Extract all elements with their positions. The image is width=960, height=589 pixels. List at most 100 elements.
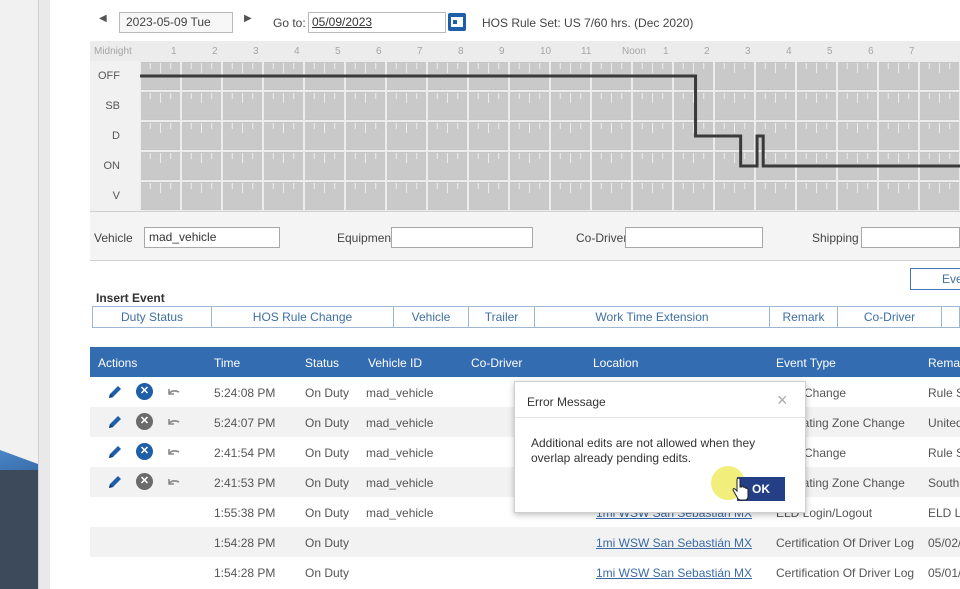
- hour-label: 1: [171, 46, 177, 57]
- duty-row-label: D: [90, 121, 140, 151]
- current-date-display: 2023-05-09 Tue: [119, 12, 233, 33]
- cell-status: On Duty: [305, 536, 350, 550]
- hour-label: 4: [294, 46, 300, 57]
- dialog-header: Error Message ×: [515, 382, 805, 418]
- edit-icon[interactable]: [106, 413, 124, 431]
- equipment-label: Equipment: [337, 231, 395, 245]
- col-remark[interactable]: Rema: [928, 356, 960, 370]
- cell-time: 5:24:07 PM: [214, 416, 276, 430]
- events-button[interactable]: Eve: [910, 268, 960, 290]
- duty-row-label: SB: [90, 91, 140, 121]
- cell-location-link[interactable]: 1mi WSW San Sebastián MX: [596, 536, 752, 550]
- col-event-type[interactable]: Event Type: [776, 356, 836, 370]
- hour-label: 6: [376, 46, 382, 57]
- cell-vehicle-id: mad_vehicle: [366, 386, 434, 400]
- hour-label: 9: [499, 46, 505, 57]
- delete-icon[interactable]: ✕: [136, 413, 153, 430]
- col-time[interactable]: Time: [214, 356, 240, 370]
- delete-icon[interactable]: ✕: [136, 443, 153, 460]
- codriver-label: Co-Driver: [576, 231, 628, 245]
- insert-event-tabs: Duty Status HOS Rule Change Vehicle Trai…: [92, 306, 960, 328]
- cell-remark: 05/02/: [928, 536, 960, 550]
- duty-row-label: ON: [90, 151, 140, 181]
- hour-labels-row: Midnight 1 2 3 4 5 6 7 8 9 10 11 Noon 1 2 3 4 5 6 7: [90, 41, 960, 61]
- cell-time: 5:24:08 PM: [214, 386, 276, 400]
- duty-grid[interactable]: [140, 61, 960, 211]
- hos-graph: Midnight 1 2 3 4 5 6 7 8 9 10 11 Noon 1 2 3 4 5 6 7 OFF SB D O…: [90, 41, 960, 211]
- undo-icon[interactable]: [167, 385, 181, 399]
- shipping-input[interactable]: [861, 227, 960, 248]
- delete-icon[interactable]: ✕: [136, 383, 153, 400]
- tab-duty-status[interactable]: Duty Status: [93, 307, 212, 327]
- log-fields: Vehicle mad_vehicle Equipment Co-Driver …: [90, 211, 960, 261]
- dialog-title: Error Message: [527, 395, 606, 409]
- tab-remark[interactable]: Remark: [770, 307, 838, 327]
- tab-co-driver[interactable]: Co-Driver: [838, 307, 942, 327]
- tab-trailer[interactable]: Trailer: [469, 307, 535, 327]
- hour-label: 10: [540, 46, 552, 57]
- table-row[interactable]: 1:54:28 PM On Duty 1mi WSW San Sebastián M…: [90, 527, 960, 557]
- undo-icon[interactable]: [167, 445, 181, 459]
- cell-remark: 05/01/: [928, 566, 960, 580]
- hour-label: 5: [335, 46, 341, 57]
- equipment-input[interactable]: [391, 227, 533, 248]
- left-sidebar: [0, 0, 38, 589]
- hour-label: 8: [458, 46, 464, 57]
- edit-icon[interactable]: [106, 383, 124, 401]
- codriver-input[interactable]: [625, 227, 763, 248]
- goto-label: Go to:: [273, 16, 306, 30]
- cell-status: On Duty: [305, 476, 350, 490]
- hour-label: Noon: [622, 46, 646, 57]
- col-location[interactable]: Location: [593, 356, 638, 370]
- close-icon[interactable]: ×: [777, 390, 788, 411]
- vehicle-input[interactable]: mad_vehicle: [144, 227, 280, 248]
- hour-label: Midnight: [94, 46, 132, 57]
- edit-icon[interactable]: [106, 443, 124, 461]
- tab-hos-rule-change[interactable]: HOS Rule Change: [212, 307, 394, 327]
- cell-remark: ELD L: [928, 506, 960, 520]
- shipping-label: Shipping: [812, 231, 859, 245]
- tab-vehicle[interactable]: Vehicle: [394, 307, 469, 327]
- date-navigation: ◀ 2023-05-09 Tue ▶ Go to: 05/09/2023 HOS…: [50, 4, 960, 34]
- next-day-arrow-icon[interactable]: ▶: [244, 13, 252, 24]
- col-status[interactable]: Status: [305, 356, 339, 370]
- cell-remark: Rule S: [928, 386, 960, 400]
- calendar-icon[interactable]: [448, 13, 466, 31]
- hour-label: 3: [253, 46, 259, 57]
- cell-vehicle-id: mad_vehicle: [366, 446, 434, 460]
- cell-time: 1:54:28 PM: [214, 566, 276, 580]
- cell-vehicle-id: mad_vehicle: [366, 416, 434, 430]
- cell-remark: Rule S: [928, 446, 960, 460]
- tab-work-time-extension[interactable]: Work Time Extension: [535, 307, 770, 327]
- col-co-driver[interactable]: Co-Driver: [471, 356, 522, 370]
- cell-vehicle-id: mad_vehicle: [366, 476, 434, 490]
- hour-label: 6: [868, 46, 874, 57]
- table-row[interactable]: 1:54:28 PM On Duty 1mi WSW San Sebastián M…: [90, 557, 960, 587]
- cell-vehicle-id: mad_vehicle: [366, 506, 434, 520]
- hour-label: 7: [909, 46, 915, 57]
- edit-icon[interactable]: [106, 473, 124, 491]
- hour-label: 11: [581, 46, 592, 57]
- events-table-header: Actions Time Status Vehicle ID Co-Driver…: [90, 347, 960, 377]
- cell-time: 1:54:28 PM: [214, 536, 276, 550]
- cell-status: On Duty: [305, 446, 350, 460]
- duty-row-label: OFF: [90, 61, 140, 91]
- cell-time: 2:41:53 PM: [214, 476, 276, 490]
- delete-icon[interactable]: ✕: [136, 473, 153, 490]
- cell-event-type: Certification Of Driver Loɡ: [776, 566, 915, 580]
- cell-event-type: Certification Of Driver Loɡ: [776, 536, 915, 550]
- hour-label: 3: [745, 46, 751, 57]
- sidebar-dark-panel: [0, 470, 38, 589]
- goto-date-input[interactable]: 05/09/2023: [308, 12, 446, 33]
- undo-icon[interactable]: [167, 415, 181, 429]
- col-vehicle-id[interactable]: Vehicle ID: [368, 356, 422, 370]
- prev-day-arrow-icon[interactable]: ◀: [99, 13, 107, 24]
- undo-icon[interactable]: [167, 475, 181, 489]
- hand-cursor-icon: [732, 478, 749, 501]
- cell-status: On Duty: [305, 416, 350, 430]
- cell-location-link[interactable]: 1mi WSW San Sebastián MX: [596, 566, 752, 580]
- hour-label: 7: [417, 46, 423, 57]
- hour-label: 2: [704, 46, 710, 57]
- duty-status-chart: [140, 61, 960, 211]
- col-actions[interactable]: Actions: [98, 356, 137, 370]
